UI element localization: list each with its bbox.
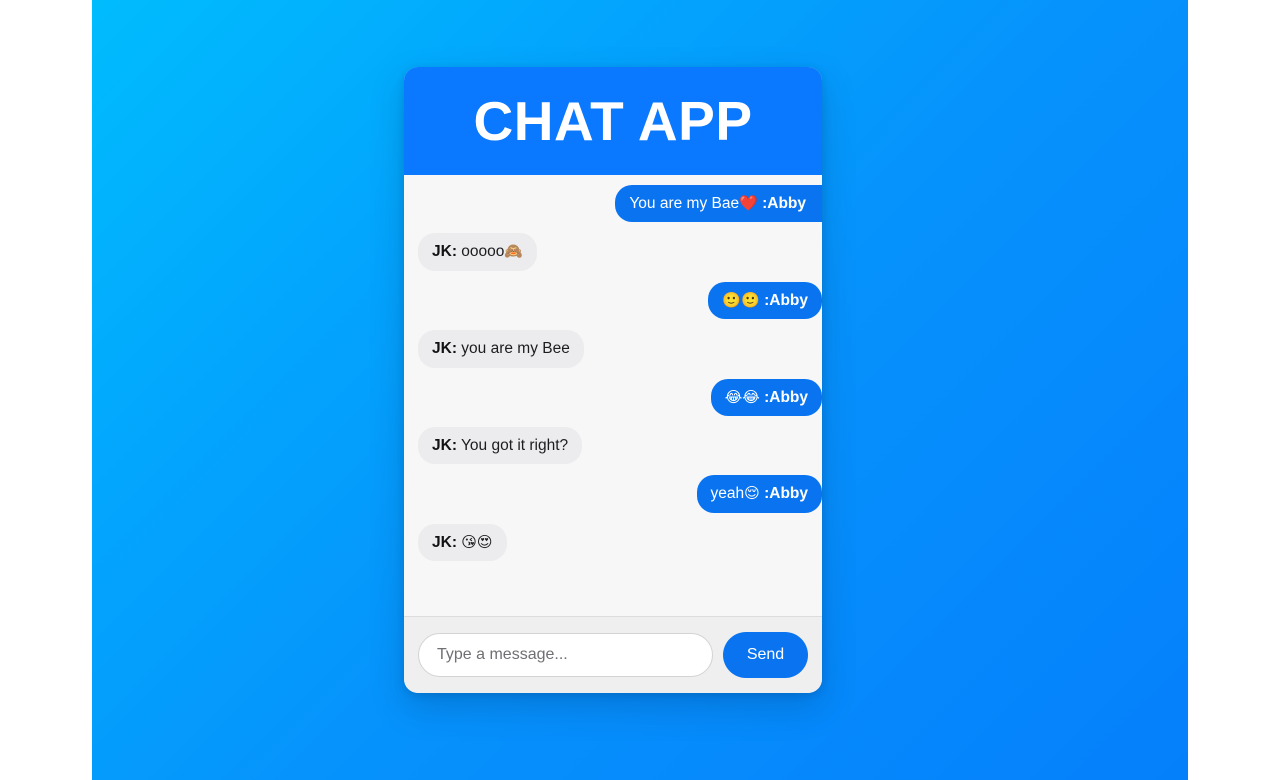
relieved-face-icon: 😌 [744, 484, 760, 503]
message-row: You are my Bae❤️ :Abby [404, 185, 822, 223]
message-sender: JK: [432, 340, 457, 358]
incoming-message-bubble[interactable]: JK: 😘😍 [418, 523, 507, 561]
face-blowing-a-kiss-smiling-face-with-heart-eyes-icon: 😘😍 [461, 532, 493, 551]
see-no-evil-monkey-icon: 🙈 [504, 242, 524, 261]
message-sender: :Abby [759, 388, 808, 406]
chat-header: CHAT APP [404, 67, 822, 175]
message-text: you are my Bee [456, 340, 570, 358]
red-heart-icon: ❤️ [739, 194, 758, 212]
message-row: JK: 😘😍 [404, 523, 822, 561]
outgoing-message-bubble[interactable]: 🙂🙂 :Abby [708, 281, 822, 320]
message-text: ooooo [456, 243, 505, 261]
outgoing-message-bubble[interactable]: You are my Bae❤️ :Abby [615, 185, 822, 223]
page-root: CHAT APP You are my Bae❤️ :Abby JK: ooooo… [0, 0, 1280, 780]
slightly-smiling-face-icon: 🙂🙂 [722, 290, 760, 309]
message-text: You are my Bae [629, 195, 740, 212]
message-text: You got it right? [456, 436, 569, 454]
message-sender: JK: [432, 436, 457, 454]
message-sender: :Abby [757, 195, 806, 212]
message-sender: JK: [432, 533, 457, 551]
incoming-message-bubble[interactable]: JK: you are my Bee [418, 330, 584, 368]
face-with-tears-of-joy-icon: 😂😂 [724, 387, 760, 406]
incoming-message-bubble[interactable]: JK: You got it right? [418, 426, 583, 465]
message-list: You are my Bae❤️ :Abby JK: ooooo🙈 🙂🙂 :Abby… [404, 175, 822, 616]
send-button[interactable]: Send [723, 632, 808, 678]
message-text: yeah [710, 485, 745, 503]
message-row: yeah😌 :Abby [404, 475, 822, 513]
incoming-message-bubble[interactable]: JK: ooooo🙈 [418, 233, 538, 271]
message-row: 🙂🙂 :Abby [404, 281, 822, 320]
message-input[interactable] [418, 633, 713, 677]
message-row: JK: you are my Bee [404, 330, 822, 368]
message-row: 😂😂 :Abby [404, 378, 822, 416]
message-row: JK: You got it right? [404, 426, 822, 465]
chat-app-window: CHAT APP You are my Bae❤️ :Abby JK: ooooo… [404, 67, 822, 693]
message-sender: :Abby [759, 291, 808, 309]
app-title: CHAT APP [473, 89, 753, 152]
message-composer: Send [404, 616, 822, 693]
outgoing-message-bubble[interactable]: 😂😂 :Abby [710, 378, 822, 416]
outgoing-message-bubble[interactable]: yeah😌 :Abby [696, 475, 822, 513]
message-sender: JK: [432, 243, 457, 261]
message-row: JK: ooooo🙈 [404, 233, 822, 271]
message-sender: :Abby [759, 485, 808, 503]
